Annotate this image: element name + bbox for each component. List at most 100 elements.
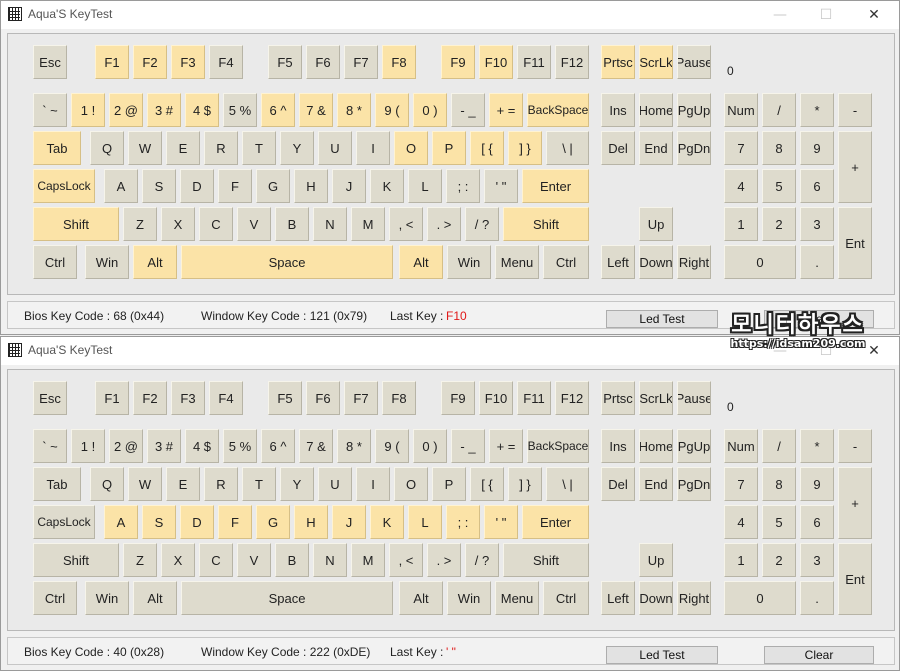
key-0[interactable]: 0 ) bbox=[413, 93, 447, 127]
key-f4[interactable]: F4 bbox=[209, 45, 243, 79]
key-sym[interactable]: / bbox=[762, 93, 796, 127]
key-f3[interactable]: F3 bbox=[171, 381, 205, 415]
key-4[interactable]: 4 bbox=[724, 169, 758, 203]
key-sym[interactable]: + = bbox=[489, 429, 523, 463]
key-7[interactable]: 7 & bbox=[299, 429, 333, 463]
key-f2[interactable]: F2 bbox=[133, 381, 167, 415]
key-ctrl[interactable]: Ctrl bbox=[543, 581, 589, 615]
key-f8[interactable]: F8 bbox=[382, 45, 416, 79]
key-sym[interactable]: ] } bbox=[508, 467, 542, 501]
minimize-icon[interactable]: — bbox=[757, 3, 803, 27]
key-a[interactable]: A bbox=[104, 169, 138, 203]
key-f11[interactable]: F11 bbox=[517, 381, 551, 415]
key-f10[interactable]: F10 bbox=[479, 381, 513, 415]
key-3[interactable]: 3 # bbox=[147, 93, 181, 127]
key-6[interactable]: 6 bbox=[800, 505, 834, 539]
key-num[interactable]: Num bbox=[724, 429, 758, 463]
key-s[interactable]: S bbox=[142, 505, 176, 539]
key-scrlk[interactable]: ScrLk bbox=[639, 45, 673, 79]
key-ctrl[interactable]: Ctrl bbox=[543, 245, 589, 279]
key-home[interactable]: Home bbox=[639, 93, 673, 127]
key-f1[interactable]: F1 bbox=[95, 381, 129, 415]
key-p[interactable]: P bbox=[432, 131, 466, 165]
key-3[interactable]: 3 bbox=[800, 543, 834, 577]
close-icon[interactable]: ✕ bbox=[851, 3, 897, 27]
key-up[interactable]: Up bbox=[639, 543, 673, 577]
key-left[interactable]: Left bbox=[601, 581, 635, 615]
key-z[interactable]: Z bbox=[123, 207, 157, 241]
key-sym[interactable]: ` ~ bbox=[33, 93, 67, 127]
key-5[interactable]: 5 % bbox=[223, 429, 257, 463]
key-sym[interactable]: [ { bbox=[470, 467, 504, 501]
key-sym[interactable]: - _ bbox=[451, 93, 485, 127]
key-f11[interactable]: F11 bbox=[517, 45, 551, 79]
key-f6[interactable]: F6 bbox=[306, 45, 340, 79]
key-left[interactable]: Left bbox=[601, 245, 635, 279]
key-8[interactable]: 8 * bbox=[337, 429, 371, 463]
key-n[interactable]: N bbox=[313, 207, 347, 241]
key-5[interactable]: 5 % bbox=[223, 93, 257, 127]
key-r[interactable]: R bbox=[204, 467, 238, 501]
key-sym[interactable]: / ? bbox=[465, 207, 499, 241]
key-4[interactable]: 4 $ bbox=[185, 429, 219, 463]
key-q[interactable]: Q bbox=[90, 131, 124, 165]
key-o[interactable]: O bbox=[394, 131, 428, 165]
key-alt[interactable]: Alt bbox=[399, 245, 443, 279]
key-backspace[interactable]: BackSpace bbox=[527, 429, 589, 463]
key-win[interactable]: Win bbox=[85, 581, 129, 615]
key-menu[interactable]: Menu bbox=[495, 245, 539, 279]
key-sym[interactable]: [ { bbox=[470, 131, 504, 165]
key-win[interactable]: Win bbox=[447, 581, 491, 615]
key-0[interactable]: 0 bbox=[724, 245, 796, 279]
key-ctrl[interactable]: Ctrl bbox=[33, 581, 77, 615]
key-capslock[interactable]: CapsLock bbox=[33, 505, 95, 539]
key-b[interactable]: B bbox=[275, 207, 309, 241]
key-8[interactable]: 8 * bbox=[337, 93, 371, 127]
key-f9[interactable]: F9 bbox=[441, 45, 475, 79]
key-r[interactable]: R bbox=[204, 131, 238, 165]
key-h[interactable]: H bbox=[294, 505, 328, 539]
key-up[interactable]: Up bbox=[639, 207, 673, 241]
key-c[interactable]: C bbox=[199, 207, 233, 241]
key-ins[interactable]: Ins bbox=[601, 93, 635, 127]
key-f6[interactable]: F6 bbox=[306, 381, 340, 415]
key-sym[interactable]: ` ~ bbox=[33, 429, 67, 463]
key-pgdn[interactable]: PgDn bbox=[677, 131, 711, 165]
key-backspace[interactable]: BackSpace bbox=[527, 93, 589, 127]
key-9[interactable]: 9 bbox=[800, 131, 834, 165]
key-sym[interactable]: ; : bbox=[446, 169, 480, 203]
key-k[interactable]: K bbox=[370, 505, 404, 539]
key-v[interactable]: V bbox=[237, 543, 271, 577]
key-space[interactable]: Space bbox=[181, 245, 393, 279]
key-shift[interactable]: Shift bbox=[33, 207, 119, 241]
key-down[interactable]: Down bbox=[639, 581, 673, 615]
key-sym[interactable]: , < bbox=[389, 543, 423, 577]
key-sym[interactable]: + bbox=[838, 467, 872, 539]
key-sym[interactable]: + bbox=[838, 131, 872, 203]
key-f12[interactable]: F12 bbox=[555, 45, 589, 79]
key-space[interactable]: Space bbox=[181, 581, 393, 615]
key-7[interactable]: 7 bbox=[724, 467, 758, 501]
key-f1[interactable]: F1 bbox=[95, 45, 129, 79]
key-h[interactable]: H bbox=[294, 169, 328, 203]
key-g[interactable]: G bbox=[256, 505, 290, 539]
key-t[interactable]: T bbox=[242, 131, 276, 165]
key-b[interactable]: B bbox=[275, 543, 309, 577]
key-tab[interactable]: Tab bbox=[33, 467, 81, 501]
key-pause[interactable]: Pause bbox=[677, 381, 711, 415]
key-4[interactable]: 4 $ bbox=[185, 93, 219, 127]
key-del[interactable]: Del bbox=[601, 131, 635, 165]
key-a[interactable]: A bbox=[104, 505, 138, 539]
key-prtsc[interactable]: Prtsc bbox=[601, 45, 635, 79]
key-3[interactable]: 3 # bbox=[147, 429, 181, 463]
key-f4[interactable]: F4 bbox=[209, 381, 243, 415]
key-i[interactable]: I bbox=[356, 131, 390, 165]
key-right[interactable]: Right bbox=[677, 245, 711, 279]
key-8[interactable]: 8 bbox=[762, 131, 796, 165]
key-sym[interactable]: . bbox=[800, 581, 834, 615]
key-sym[interactable]: ] } bbox=[508, 131, 542, 165]
key-u[interactable]: U bbox=[318, 467, 352, 501]
key-win[interactable]: Win bbox=[447, 245, 491, 279]
key-num[interactable]: Num bbox=[724, 93, 758, 127]
key-prtsc[interactable]: Prtsc bbox=[601, 381, 635, 415]
